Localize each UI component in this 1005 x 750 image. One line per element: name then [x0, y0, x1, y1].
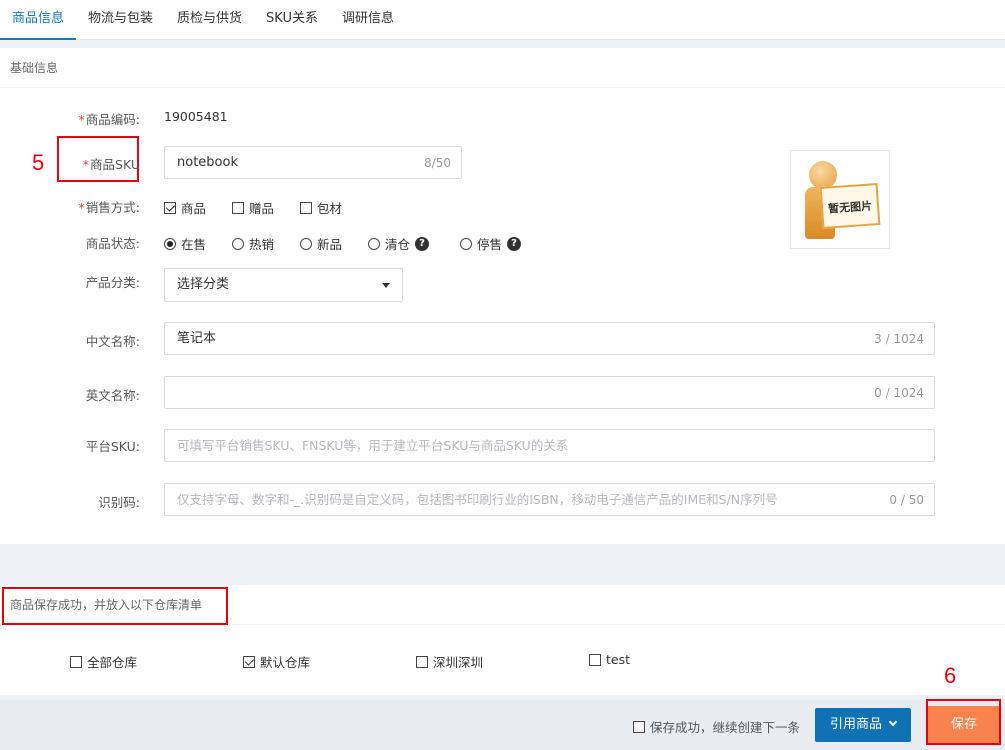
tab-quality[interactable]: 质检与供货	[165, 0, 254, 40]
category-select[interactable]: 选择分类	[164, 268, 403, 302]
tab-research[interactable]: 调研信息	[330, 0, 406, 40]
annotation-number-6: 6	[944, 663, 957, 688]
warehouse-default-checkbox[interactable]: 默认仓库	[243, 652, 310, 671]
no-image-placeholder[interactable]: 暂无图片	[790, 150, 890, 249]
checkbox-icon	[416, 655, 428, 668]
en-name-label: 英文名称:	[85, 388, 140, 403]
sign-board-icon: 暂无图片	[819, 183, 881, 229]
platform-sku-input[interactable]: 可填写平台销售SKU、FNSKU等，用于建立平台SKU与商品SKU的关系	[164, 429, 935, 462]
warehouse-shenzhen-checkbox[interactable]: 深圳深圳	[416, 652, 483, 671]
en-name-char-count: 0 / 1024	[874, 386, 924, 400]
help-icon[interactable]: ?	[507, 236, 522, 251]
status-discontinued-radio[interactable]: 停售?	[460, 234, 522, 253]
category-label: 产品分类:	[85, 275, 140, 290]
product-code-label: *商品编码:	[78, 112, 140, 127]
sku-input-value: notebook	[177, 155, 238, 170]
cn-name-input[interactable]: 笔记本 3 / 1024	[164, 322, 935, 355]
cn-name-label: 中文名称:	[85, 334, 140, 349]
checkbox-icon	[633, 720, 645, 733]
basic-info-panel: 基础信息 *商品编码: 19005481 *商品SKU notebook 8/5…	[0, 48, 1005, 544]
status-hot-radio[interactable]: 热销	[232, 234, 274, 253]
radio-icon	[368, 237, 380, 250]
status-label: 商品状态:	[85, 236, 140, 251]
sale-mode-packaging-checkbox[interactable]: 包材	[300, 198, 342, 217]
annotation-box-save	[926, 699, 1001, 745]
annotation-number-5: 5	[32, 150, 45, 175]
sale-mode-label: *销售方式:	[78, 200, 140, 215]
ident-code-input[interactable]: 仅支持字母、数字和-_.识别码是自定义码，包括图书印刷行业的ISBN，移动电子通…	[164, 483, 935, 516]
help-icon[interactable]: ?	[415, 236, 430, 251]
sale-mode-product-checkbox[interactable]: 商品	[164, 198, 206, 217]
checkbox-icon	[300, 201, 312, 214]
checkbox-icon	[232, 201, 244, 214]
chevron-down-icon	[888, 717, 898, 727]
checkbox-icon	[589, 653, 601, 666]
cn-name-input-value: 笔记本	[177, 331, 217, 346]
radio-icon	[300, 237, 312, 250]
sku-input[interactable]: notebook 8/50	[164, 146, 462, 179]
annotation-box-sku	[57, 136, 139, 182]
tab-bar: 商品信息 物流与包装 质检与供货 SKU关系 调研信息	[0, 0, 1005, 40]
category-select-value: 选择分类	[177, 277, 230, 292]
annotation-box-warehouse	[2, 587, 228, 625]
status-clearance-radio[interactable]: 清仓?	[368, 234, 430, 253]
sale-mode-gift-checkbox[interactable]: 赠品	[232, 198, 274, 217]
tab-product-info[interactable]: 商品信息	[0, 0, 77, 40]
warehouse-all-checkbox[interactable]: 全部仓库	[70, 652, 137, 671]
warehouse-test-checkbox[interactable]: test	[589, 652, 630, 667]
continue-create-checkbox[interactable]: 保存成功，继续创建下一条	[633, 717, 800, 736]
tab-logistics[interactable]: 物流与包装	[76, 0, 165, 40]
reference-product-button[interactable]: 引用商品	[815, 708, 911, 742]
product-code-value: 19005481	[164, 109, 228, 124]
section-title: 基础信息	[0, 48, 1005, 88]
en-name-input[interactable]: 0 / 1024	[164, 376, 935, 409]
checkbox-icon	[70, 655, 82, 668]
sku-char-count: 8/50	[424, 156, 451, 170]
caret-down-icon	[382, 283, 390, 288]
radio-icon	[232, 237, 244, 250]
cn-name-char-count: 3 / 1024	[874, 332, 924, 346]
figure-head-icon	[809, 161, 837, 189]
ident-code-char-count: 0 / 50	[889, 493, 924, 507]
checkbox-checked-icon	[243, 655, 255, 668]
tab-sku-relation[interactable]: SKU关系	[254, 0, 330, 40]
status-on-sale-radio[interactable]: 在售	[164, 234, 206, 253]
platform-sku-label: 平台SKU:	[85, 439, 140, 454]
ident-code-placeholder: 仅支持字母、数字和-_.识别码是自定义码，包括图书印刷行业的ISBN，移动电子通…	[177, 492, 778, 507]
radio-icon	[460, 237, 472, 250]
status-new-radio[interactable]: 新品	[300, 234, 342, 253]
radio-selected-icon	[164, 237, 176, 250]
platform-sku-placeholder: 可填写平台销售SKU、FNSKU等，用于建立平台SKU与商品SKU的关系	[177, 438, 569, 453]
checkbox-checked-icon	[164, 201, 176, 214]
ident-code-label: 识别码:	[98, 495, 140, 510]
